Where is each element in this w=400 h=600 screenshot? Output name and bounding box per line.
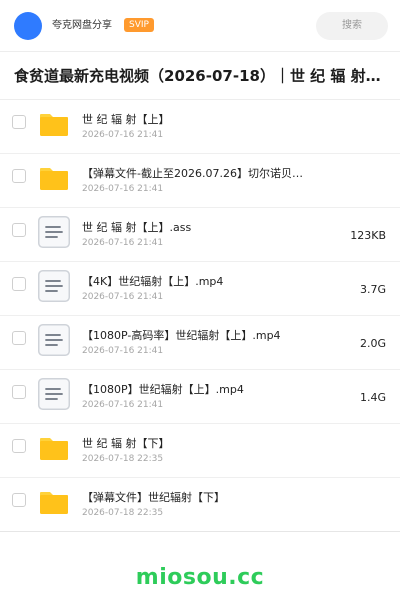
file-name: 【弹幕文件】世纪辐射【下】 bbox=[82, 491, 225, 504]
folder-icon bbox=[38, 162, 70, 194]
file-name: 【4K】世纪辐射【上】.mp4 bbox=[82, 275, 224, 288]
row-checkbox[interactable] bbox=[12, 169, 26, 183]
file-date: 2026-07-16 21:41 bbox=[82, 346, 164, 356]
row-checkbox[interactable] bbox=[12, 385, 26, 399]
top-bar: 夸克网盘分享 SVIP 搜索 bbox=[0, 0, 400, 52]
folder-icon bbox=[38, 486, 70, 518]
file-date: 2026-07-16 21:41 bbox=[82, 130, 164, 140]
title-row: 食贫道最新充电视频（2026-07-18）｜世 纪 辐 射【下… bbox=[0, 52, 400, 100]
row-checkbox[interactable] bbox=[12, 277, 26, 291]
file-name: 【1080P】世纪辐射【上】.mp4 bbox=[82, 383, 244, 396]
row-checkbox[interactable] bbox=[12, 493, 26, 507]
file-name: 【弹幕文件-截止至2026.07.26】切尔诺贝利… bbox=[82, 167, 312, 180]
list-item[interactable]: 【1080P-高码率】世纪辐射【上】.mp4 2026-07-16 21:41 … bbox=[0, 316, 400, 370]
list-item[interactable]: 世 纪 辐 射【下】 2026-07-18 22:35 bbox=[0, 424, 400, 478]
file-size: 3.7G bbox=[359, 283, 386, 296]
folder-icon bbox=[38, 432, 70, 464]
list-item[interactable]: 【4K】世纪辐射【上】.mp4 2026-07-16 21:41 3.7G bbox=[0, 262, 400, 316]
file-date: 2026-07-16 21:41 bbox=[82, 400, 164, 410]
file-date: 2026-07-16 21:41 bbox=[82, 292, 164, 302]
list-item[interactable]: 【弹幕文件-截止至2026.07.26】切尔诺贝利… 2026-07-16 21… bbox=[0, 154, 400, 208]
row-checkbox[interactable] bbox=[12, 439, 26, 453]
file-name: 【1080P-高码率】世纪辐射【上】.mp4 bbox=[82, 329, 281, 342]
row-checkbox[interactable] bbox=[12, 115, 26, 129]
page-title: 食贫道最新充电视频（2026-07-18）｜世 纪 辐 射【下… bbox=[14, 67, 392, 85]
document-icon bbox=[38, 378, 70, 410]
list-item[interactable]: 【弹幕文件】世纪辐射【下】 2026-07-18 22:35 bbox=[0, 478, 400, 532]
search-button[interactable]: 搜索 bbox=[316, 12, 388, 40]
folder-icon bbox=[38, 108, 70, 140]
file-date: 2026-07-18 22:35 bbox=[82, 454, 164, 464]
file-size: 1.4G bbox=[359, 391, 386, 404]
watermark: miosou.cc bbox=[135, 565, 265, 590]
share-owner-name: 夸克网盘分享 bbox=[52, 20, 112, 31]
file-name: 世 纪 辐 射【上】.ass bbox=[82, 221, 192, 234]
list-item[interactable]: 世 纪 辐 射【上】.ass 2026-07-16 21:41 123KB bbox=[0, 208, 400, 262]
file-name: 世 纪 辐 射【上】 bbox=[82, 113, 170, 126]
row-checkbox[interactable] bbox=[12, 331, 26, 345]
svip-badge: SVIP bbox=[124, 18, 154, 32]
list-item[interactable]: 【1080P】世纪辐射【上】.mp4 2026-07-16 21:41 1.4G bbox=[0, 370, 400, 424]
file-date: 2026-07-18 22:35 bbox=[82, 508, 164, 518]
file-size: 2.0G bbox=[359, 337, 386, 350]
document-icon bbox=[38, 270, 70, 302]
document-icon bbox=[38, 216, 70, 248]
file-size: 123KB bbox=[350, 229, 386, 242]
avatar[interactable] bbox=[14, 12, 42, 40]
file-name: 世 纪 辐 射【下】 bbox=[82, 437, 170, 450]
list-item[interactable]: 世 纪 辐 射【上】 2026-07-16 21:41 bbox=[0, 100, 400, 154]
file-date: 2026-07-16 21:41 bbox=[82, 238, 164, 248]
document-icon bbox=[38, 324, 70, 356]
file-date: 2026-07-16 21:41 bbox=[82, 184, 164, 194]
row-checkbox[interactable] bbox=[12, 223, 26, 237]
file-list: 世 纪 辐 射【上】 2026-07-16 21:41 【弹幕文件-截止至202… bbox=[0, 100, 400, 532]
